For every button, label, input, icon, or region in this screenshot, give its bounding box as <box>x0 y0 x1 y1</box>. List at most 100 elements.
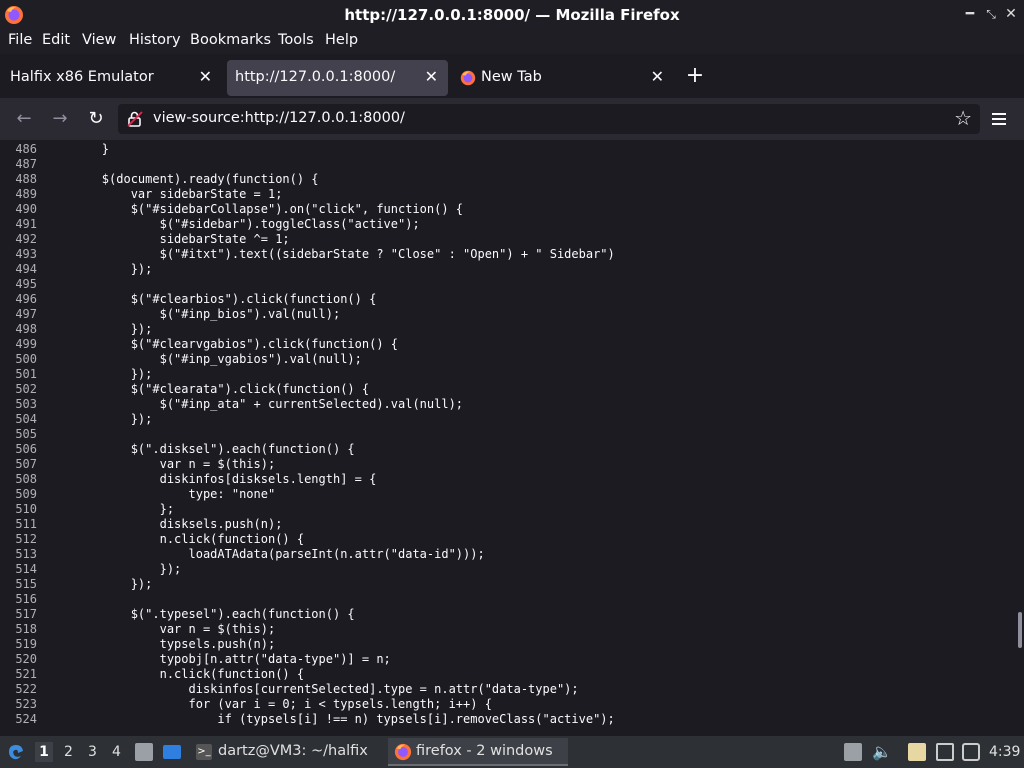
line-number: 512 <box>15 532 37 546</box>
tab-halfix[interactable]: Halfix x86 Emulator ✕ <box>0 60 222 96</box>
new-tab-button[interactable]: + <box>684 63 706 91</box>
line-code: var n = $(this); <box>44 457 276 471</box>
source-line: 508 diskinfos[disksels.length] = { <box>0 472 1020 487</box>
menu-history[interactable]: History <box>129 32 181 48</box>
source-line: 494 }); <box>0 262 1020 277</box>
source-line: 518 var n = $(this); <box>0 622 1020 637</box>
line-code: $(".disksel").each(function() { <box>44 442 355 456</box>
line-number: 498 <box>15 322 37 336</box>
source-line: 503 $("#inp_ata" + currentSelected).val(… <box>0 397 1020 412</box>
reload-button[interactable]: ↻ <box>82 106 110 132</box>
insecure-lock-icon <box>127 111 143 127</box>
line-number: 522 <box>15 682 37 696</box>
line-code: diskinfos[disksels.length] = { <box>44 472 377 486</box>
tab-label: New Tab <box>481 69 542 85</box>
volume-icon[interactable]: 🔈 <box>872 743 892 761</box>
taskbar-item-label: dartz@VM3: ~/halfix <box>218 743 368 759</box>
clipboard-icon[interactable] <box>908 743 926 761</box>
source-line: 502 $("#clearata").click(function() { <box>0 382 1020 397</box>
line-number: 496 <box>15 292 37 306</box>
tab-new-tab[interactable]: New Tab ✕ <box>452 60 674 96</box>
menu-view[interactable]: View <box>82 32 116 48</box>
vertical-scrollbar[interactable] <box>1018 612 1022 648</box>
source-line: 496 $("#clearbios").click(function() { <box>0 292 1020 307</box>
menu-file[interactable]: File <box>8 32 32 48</box>
source-line: 492 sidebarState ^= 1; <box>0 232 1020 247</box>
line-number: 493 <box>15 247 37 261</box>
workspace-2[interactable]: 2 <box>64 744 73 760</box>
source-line: 514 }); <box>0 562 1020 577</box>
line-code: }; <box>44 502 175 516</box>
file-manager-icon[interactable] <box>135 743 153 761</box>
workspace-4[interactable]: 4 <box>112 744 121 760</box>
line-number: 490 <box>15 202 37 216</box>
close-window-button[interactable]: ✕ <box>1001 4 1021 24</box>
source-line: 509 type: "none" <box>0 487 1020 502</box>
app-menu-button[interactable] <box>988 106 1012 132</box>
close-tab-icon[interactable]: ✕ <box>651 67 664 86</box>
update-icon[interactable] <box>844 743 862 761</box>
bookmark-star-icon[interactable]: ☆ <box>954 106 972 130</box>
taskbar-terminal[interactable]: >_ dartz@VM3: ~/halfix <box>194 738 382 766</box>
line-number: 492 <box>15 232 37 246</box>
workspace-1[interactable]: 1 <box>35 742 53 762</box>
navigation-bar: ← → ↻ view-source:http://127.0.0.1:8000/… <box>0 98 1024 140</box>
clock: 4:39 <box>989 744 1021 760</box>
line-code: } <box>44 142 110 156</box>
close-tab-icon[interactable]: ✕ <box>425 67 438 86</box>
back-button[interactable]: ← <box>10 106 38 132</box>
source-line: 511 disksels.push(n); <box>0 517 1020 532</box>
url-bar[interactable]: view-source:http://127.0.0.1:8000/ ☆ <box>118 104 980 134</box>
firefox-icon <box>394 743 412 761</box>
start-menu-icon[interactable] <box>6 742 26 762</box>
menu-bookmarks[interactable]: Bookmarks <box>190 32 271 48</box>
source-line: 523 for (var i = 0; i < typsels.length; … <box>0 697 1020 712</box>
line-code: }); <box>44 412 153 426</box>
line-number: 511 <box>15 517 37 531</box>
taskbar-firefox[interactable]: firefox - 2 windows <box>388 738 568 766</box>
line-code: typsels.push(n); <box>44 637 276 651</box>
source-line: 507 var n = $(this); <box>0 457 1020 472</box>
network-icon[interactable] <box>936 743 954 761</box>
line-number: 494 <box>15 262 37 276</box>
line-code: $("#sidebar").toggleClass("active"); <box>44 217 420 231</box>
line-number: 487 <box>15 157 37 171</box>
line-number: 523 <box>15 697 37 711</box>
line-number: 501 <box>15 367 37 381</box>
source-line: 506 $(".disksel").each(function() { <box>0 442 1020 457</box>
view-source-content[interactable]: 486 } 487 488 $(document).ready(function()… <box>0 140 1024 736</box>
line-number: 508 <box>15 472 37 486</box>
source-line: 519 typsels.push(n); <box>0 637 1020 652</box>
menu-tools[interactable]: Tools <box>278 32 314 48</box>
line-number: 502 <box>15 382 37 396</box>
line-number: 503 <box>15 397 37 411</box>
line-code: for (var i = 0; i < typsels.length; i++)… <box>44 697 492 711</box>
source-line: 490 $("#sidebarCollapse").on("click", fu… <box>0 202 1020 217</box>
tab-localhost[interactable]: http://127.0.0.1:8000/ ✕ <box>227 60 448 96</box>
line-code: }); <box>44 577 153 591</box>
line-number: 515 <box>15 577 37 591</box>
line-number: 520 <box>15 652 37 666</box>
menu-edit[interactable]: Edit <box>42 32 70 48</box>
source-line: 524 if (typsels[i] !== n) typsels[i].rem… <box>0 712 1020 727</box>
show-desktop-icon[interactable] <box>163 745 181 759</box>
line-code: var n = $(this); <box>44 622 276 636</box>
source-line: 513 loadATAdata(parseInt(n.attr("data-id… <box>0 547 1020 562</box>
source-line: 501 }); <box>0 367 1020 382</box>
line-code: loadATAdata(parseInt(n.attr("data-id")))… <box>44 547 485 561</box>
line-code: $(".typesel").each(function() { <box>44 607 355 621</box>
forward-button[interactable]: → <box>46 106 74 132</box>
line-number: 488 <box>15 172 37 186</box>
close-tab-icon[interactable]: ✕ <box>199 67 212 86</box>
maximize-button[interactable]: ⤡ <box>981 4 1001 24</box>
minimize-button[interactable]: ━ <box>960 4 980 24</box>
line-number: 510 <box>15 502 37 516</box>
line-number: 497 <box>15 307 37 321</box>
line-code: type: "none" <box>44 487 276 501</box>
line-code: }); <box>44 562 182 576</box>
source-line: 516 <box>0 592 1020 607</box>
workspace-3[interactable]: 3 <box>88 744 97 760</box>
hamburger-icon <box>992 113 1006 115</box>
notification-icon[interactable] <box>962 743 980 761</box>
menu-help[interactable]: Help <box>325 32 358 48</box>
